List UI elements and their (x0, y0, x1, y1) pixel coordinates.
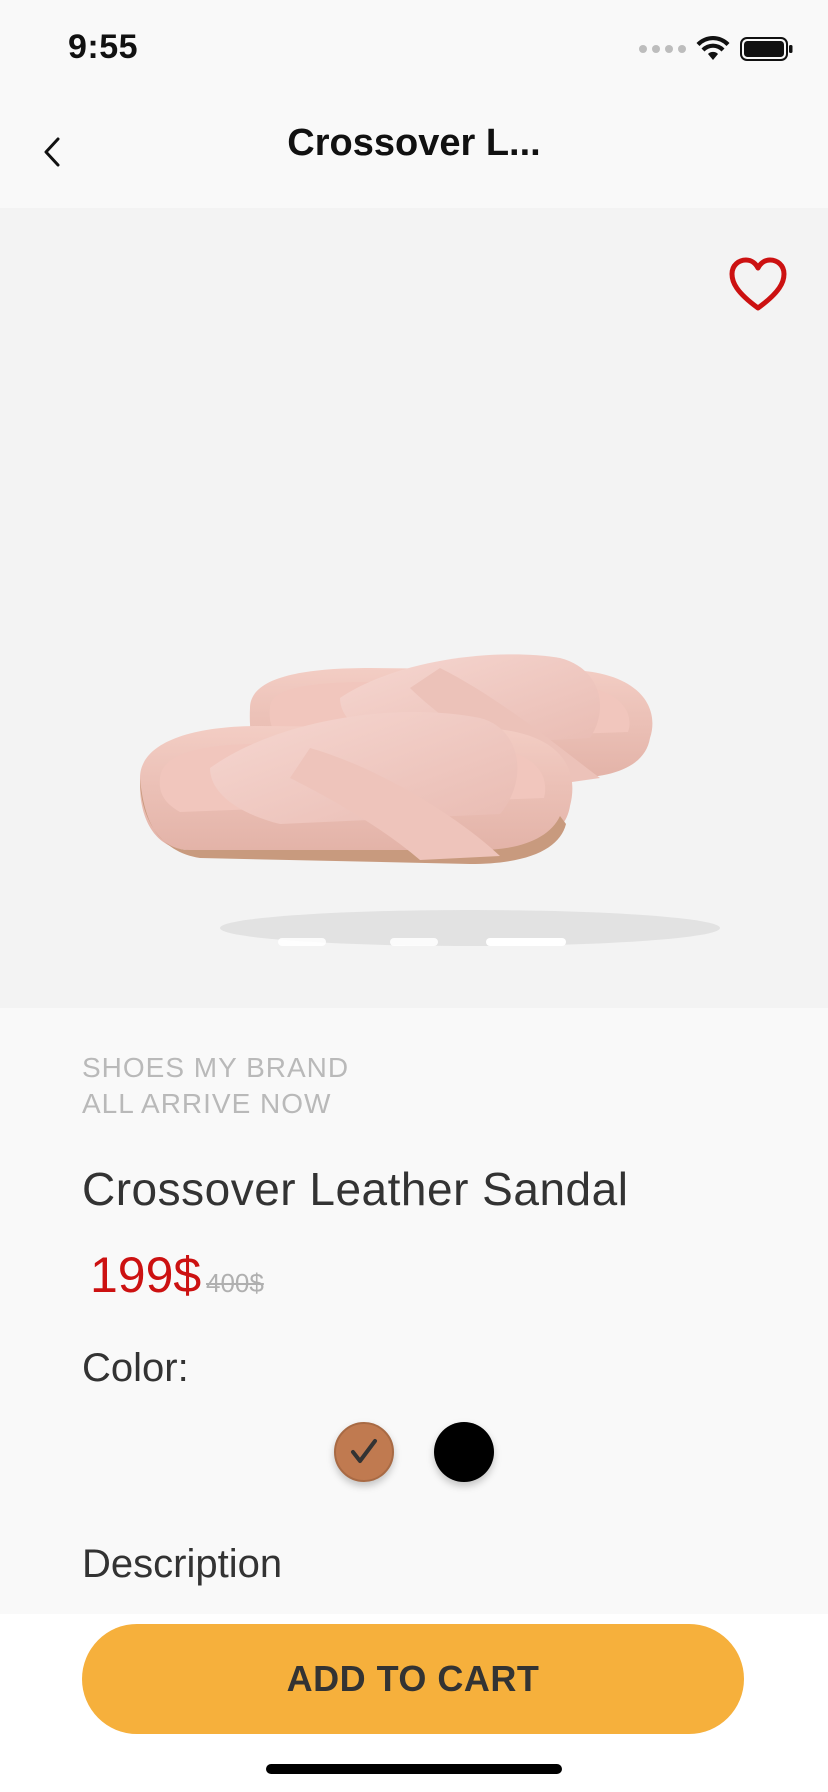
status-icons (639, 36, 794, 62)
brand-line: ALL ARRIVE NOW (82, 1088, 332, 1119)
product-name: Crossover Leather Sandal (82, 1163, 629, 1215)
color-swatch-tan[interactable] (334, 1422, 394, 1482)
status-bar: 9:55 (0, 0, 828, 100)
brand-info: SHOES MY BRAND ALL ARRIVE NOW (82, 1050, 349, 1122)
description-heading: Description (82, 1542, 283, 1586)
battery-icon (740, 37, 793, 61)
carousel-dot[interactable] (278, 938, 326, 946)
color-swatch-black[interactable] (434, 1422, 494, 1482)
product-image-carousel[interactable] (0, 208, 828, 1008)
brand-line: SHOES MY BRAND (82, 1052, 350, 1083)
original-price: 400$ (206, 1268, 264, 1298)
product-image (140, 654, 720, 946)
add-to-cart-button[interactable]: ADD TO CART (82, 1624, 744, 1734)
heart-icon[interactable] (728, 256, 788, 316)
home-indicator (266, 1764, 562, 1774)
status-time: 9:55 (68, 28, 139, 66)
checkmark-icon (351, 1439, 377, 1463)
product-price: 199$ (90, 1247, 202, 1303)
navigation-bar: Crossover L... (0, 100, 828, 208)
cellular-signal-icon (639, 45, 686, 53)
wifi-icon (696, 36, 730, 60)
page-title: Crossover L... (287, 122, 541, 164)
carousel-indicator (0, 938, 828, 948)
carousel-dot-active[interactable] (486, 938, 566, 946)
color-label: Color: (82, 1346, 189, 1390)
carousel-dot[interactable] (390, 938, 438, 946)
